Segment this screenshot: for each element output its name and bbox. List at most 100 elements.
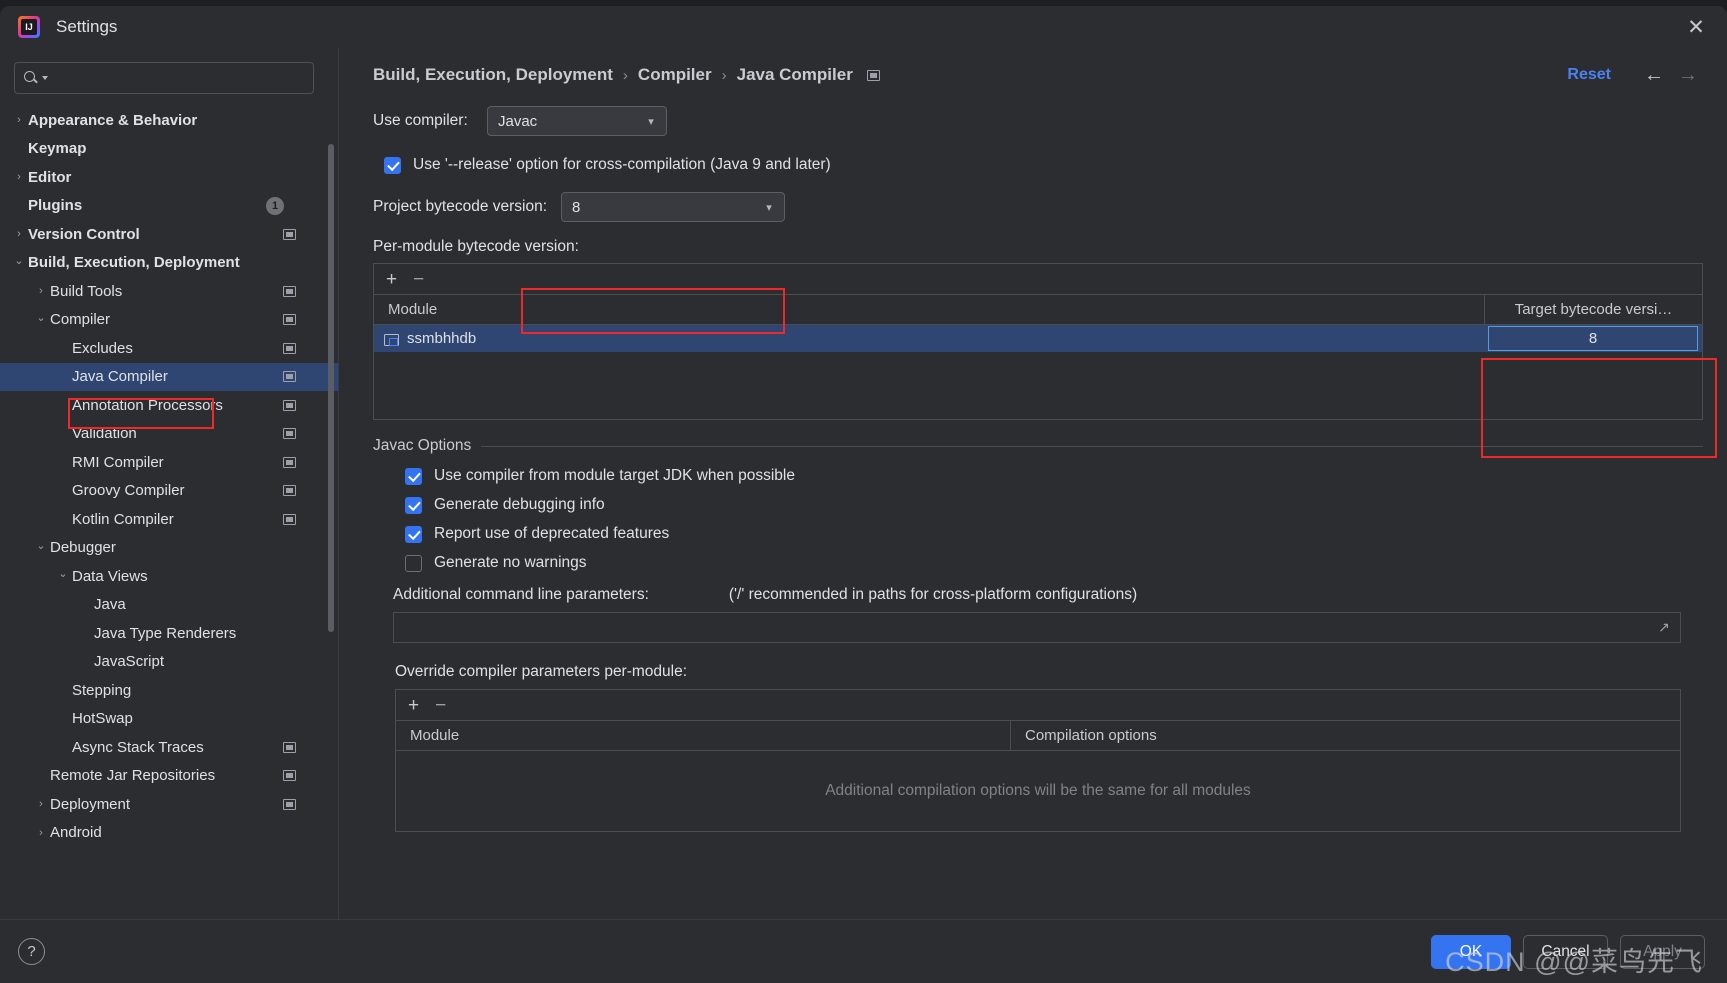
- cancel-button[interactable]: Cancel: [1523, 934, 1608, 969]
- empty-message: Additional compilation options will be t…: [825, 782, 1251, 799]
- use-compiler-label: Use compiler:: [373, 112, 468, 129]
- chevron-right-icon[interactable]: ›: [10, 228, 28, 240]
- column-header-module[interactable]: Module: [396, 727, 1010, 744]
- sidebar-item-annotation-processors[interactable]: ›Annotation Processors: [0, 391, 338, 420]
- chevron-down-icon: [42, 76, 48, 80]
- chevron-down-icon[interactable]: ⌄: [32, 311, 50, 324]
- reset-button[interactable]: Reset: [1567, 66, 1611, 84]
- arrow-left-icon[interactable]: ←: [1637, 60, 1671, 90]
- javac-option-row-2[interactable]: Report use of deprecated features: [405, 525, 1703, 543]
- minus-icon: −: [435, 694, 447, 716]
- sidebar-scrollbar[interactable]: [328, 144, 334, 632]
- release-option-label: Use '--release' option for cross-compila…: [413, 156, 831, 173]
- additional-params-input[interactable]: ↗: [393, 612, 1681, 643]
- javac-option-checkbox-2[interactable]: [405, 525, 422, 543]
- sidebar-item-compiler[interactable]: ⌄ Compiler: [0, 306, 338, 335]
- sidebar-item-groovy-compiler[interactable]: ›Groovy Compiler: [0, 477, 338, 506]
- use-compiler-select[interactable]: Javac ▾: [487, 106, 667, 136]
- project-scope-icon: [283, 485, 296, 497]
- target-bytecode-input[interactable]: 8: [1488, 326, 1698, 351]
- sidebar-item-keymap[interactable]: ›Keymap: [0, 135, 338, 164]
- project-scope-icon: [283, 428, 296, 440]
- sidebar-item-debugger[interactable]: ⌄ Debugger: [0, 534, 338, 563]
- expand-icon[interactable]: ↗: [1656, 619, 1672, 636]
- close-icon[interactable]: ✕: [1681, 12, 1711, 42]
- chevron-right-icon[interactable]: ›: [10, 114, 28, 126]
- breadcrumb-separator: ›: [721, 66, 727, 84]
- use-compiler-row: Use compiler: Javac ▾: [373, 106, 1703, 136]
- java-compiler-settings: Use compiler: Javac ▾ Use '--release' op…: [339, 102, 1727, 919]
- sidebar-item-label: Appearance & Behavior: [28, 111, 198, 129]
- sidebar-item-android[interactable]: › Android: [0, 819, 338, 848]
- chevron-down-icon[interactable]: ⌄: [32, 539, 50, 552]
- minus-icon[interactable]: −: [413, 270, 424, 289]
- sidebar-item-data-views[interactable]: ⌄ Data Views: [0, 562, 338, 591]
- javac-option-row-3[interactable]: Generate no warnings: [405, 554, 1703, 572]
- sidebar-item-kotlin-compiler[interactable]: ›Kotlin Compiler: [0, 505, 338, 534]
- breadcrumb-item-0[interactable]: Build, Execution, Deployment: [373, 65, 613, 85]
- chevron-down-icon: ▾: [648, 115, 654, 128]
- settings-main-panel: Build, Execution, Deployment › Compiler …: [338, 48, 1727, 919]
- table-row[interactable]: ssmbhhdb 8: [374, 325, 1702, 352]
- sidebar-item-validation[interactable]: ›Validation: [0, 420, 338, 449]
- javac-option-row-1[interactable]: Generate debugging info: [405, 496, 1703, 514]
- sidebar-item-editor[interactable]: › Editor: [0, 163, 338, 192]
- override-table-empty-state: Additional compilation options will be t…: [396, 751, 1680, 831]
- arrow-right-icon[interactable]: →: [1671, 60, 1705, 90]
- chevron-right-icon[interactable]: ›: [10, 171, 28, 183]
- javac-option-label: Use compiler from module target JDK when…: [434, 467, 795, 484]
- sidebar-item-remote-jar-repositories[interactable]: ›Remote Jar Repositories: [0, 762, 338, 791]
- module-folder-icon: [384, 332, 399, 346]
- override-table-header: Module Compilation options: [396, 721, 1680, 751]
- project-scope-icon: [283, 456, 296, 468]
- plus-icon[interactable]: +: [386, 270, 397, 289]
- sidebar-item-hotswap[interactable]: ›HotSwap: [0, 705, 338, 734]
- dialog-body: ›Appearance & Behavior›Keymap›Editor›Plu…: [0, 48, 1727, 919]
- sidebar-item-build-execution-deployment[interactable]: ⌄ Build, Execution, Deployment: [0, 249, 338, 278]
- sidebar-item-rmi-compiler[interactable]: ›RMI Compiler: [0, 448, 338, 477]
- module-name-cell[interactable]: ssmbhhdb: [374, 330, 1484, 347]
- project-scope-icon: [283, 798, 296, 810]
- search-input[interactable]: [14, 62, 314, 94]
- chevron-down-icon[interactable]: ⌄: [54, 567, 72, 580]
- column-header-module[interactable]: Module: [374, 301, 1484, 318]
- javac-option-row-0[interactable]: Use compiler from module target JDK when…: [405, 467, 1703, 485]
- sidebar-item-label: Kotlin Compiler: [72, 510, 174, 528]
- project-bytecode-select[interactable]: 8 ▾: [561, 192, 786, 222]
- sidebar-item-javascript[interactable]: ›JavaScript: [0, 648, 338, 677]
- sidebar-item-build-tools[interactable]: › Build Tools: [0, 277, 338, 306]
- javac-option-checkbox-1[interactable]: [405, 496, 422, 514]
- sidebar-item-stepping[interactable]: ›Stepping: [0, 676, 338, 705]
- sidebar-item-java[interactable]: ›Java: [0, 591, 338, 620]
- plus-icon[interactable]: +: [408, 696, 419, 715]
- column-header-target-bytecode[interactable]: Target bytecode versi…: [1484, 295, 1702, 324]
- release-option-checkbox-row[interactable]: Use '--release' option for cross-compila…: [384, 156, 1703, 174]
- chevron-right-icon[interactable]: ›: [32, 827, 50, 839]
- sidebar-item-plugins[interactable]: ›Plugins1: [0, 192, 338, 221]
- column-header-compilation-options[interactable]: Compilation options: [1010, 721, 1680, 750]
- sidebar-item-version-control[interactable]: › Version Control: [0, 220, 338, 249]
- intellij-idea-logo-icon: [18, 16, 40, 38]
- javac-option-checkbox-3[interactable]: [405, 554, 422, 572]
- sidebar-item-label: Plugins: [28, 197, 83, 215]
- javac-option-checkbox-0[interactable]: [405, 467, 422, 485]
- sidebar-item-appearance-behavior[interactable]: › Appearance & Behavior: [0, 106, 338, 135]
- project-scope-icon: [866, 69, 880, 81]
- javac-options-title-row: Javac Options: [373, 437, 1703, 455]
- sidebar-item-label: Remote Jar Repositories: [50, 767, 216, 785]
- apply-button[interactable]: Apply: [1620, 934, 1705, 969]
- sidebar-item-async-stack-traces[interactable]: ›Async Stack Traces: [0, 733, 338, 762]
- chevron-right-icon[interactable]: ›: [32, 285, 50, 297]
- sidebar-item-excludes[interactable]: ›Excludes: [0, 334, 338, 363]
- release-option-checkbox[interactable]: [384, 156, 401, 174]
- sidebar-item-label: Build Tools: [50, 282, 123, 300]
- sidebar-item-java-compiler[interactable]: ›Java Compiler: [0, 362, 338, 391]
- help-icon[interactable]: ?: [18, 938, 45, 965]
- chevron-right-icon[interactable]: ›: [32, 798, 50, 810]
- chevron-down-icon[interactable]: ⌄: [10, 254, 28, 267]
- breadcrumb-item-1[interactable]: Compiler: [638, 65, 712, 85]
- target-bytecode-cell[interactable]: 8: [1484, 326, 1702, 351]
- sidebar-item-deployment[interactable]: › Deployment: [0, 790, 338, 819]
- sidebar-item-java-type-renderers[interactable]: ›Java Type Renderers: [0, 619, 338, 648]
- ok-button[interactable]: OK: [1431, 934, 1511, 969]
